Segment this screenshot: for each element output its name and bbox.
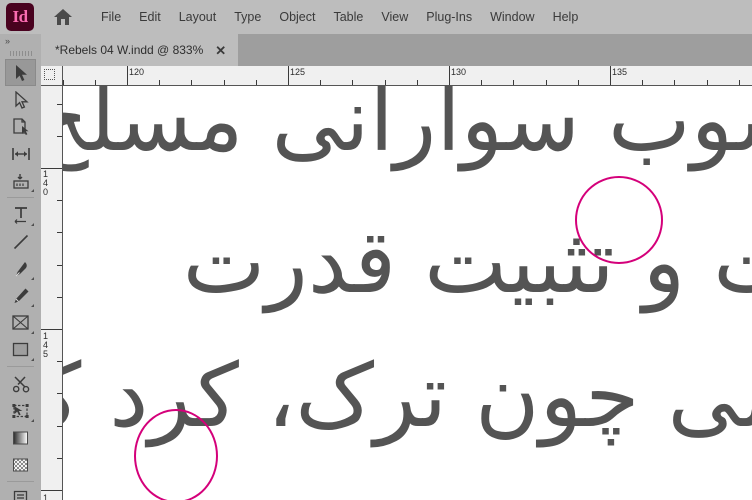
ruler-tick-minor [57, 393, 62, 394]
scissors-tool[interactable] [5, 370, 36, 397]
pencil-tool[interactable] [5, 282, 36, 309]
ruler-tick-minor [57, 232, 62, 233]
ruler-tick-minor [191, 80, 192, 85]
ruler-tick-minor [256, 80, 257, 85]
document-canvas[interactable]: شوب سوارانی مسلح ت و تثبیت قدرت می چون ت… [63, 86, 752, 500]
ruler-tick-minor [707, 80, 708, 85]
ruler-tick-minor [739, 80, 740, 85]
ruler-tick-minor [513, 80, 514, 85]
menu-item-table[interactable]: Table [324, 7, 372, 27]
ruler-tick-minor [95, 80, 96, 85]
menu-item-layout[interactable]: Layout [170, 7, 226, 27]
ruler-tick-minor [159, 80, 160, 85]
document-tab-bar: *Rebels 04 W.indd @ 833% ✕ [0, 34, 752, 66]
ruler-label: 125 [290, 67, 306, 77]
vertical-ruler[interactable]: 140 145 150 [41, 86, 63, 500]
ruler-tick-minor [224, 80, 225, 85]
ruler-tick-minor [481, 80, 482, 85]
tool-flyout-indicator [31, 304, 34, 307]
ruler-label: 135 [612, 67, 628, 77]
ruler-label: 145 [43, 331, 49, 359]
ruler-tick-major [41, 490, 62, 491]
tools-divider [7, 366, 34, 367]
ruler-tick-minor [578, 80, 579, 85]
tool-flyout-indicator [31, 277, 34, 280]
tools-panel-header[interactable]: » [0, 34, 41, 48]
ruler-tick-minor [57, 458, 62, 459]
ruler-tick-minor [57, 136, 62, 137]
ruler-label: 140 [43, 169, 49, 197]
ruler-tick-minor [63, 80, 64, 85]
ruler-tick-minor [674, 80, 675, 85]
ruler-origin-corner[interactable] [41, 66, 63, 86]
menu-bar: Id File Edit Layout Type Object Table Vi… [0, 0, 752, 34]
ruler-tick-minor [57, 426, 62, 427]
menu-item-view[interactable]: View [372, 7, 417, 27]
gradient-feather-tool[interactable] [5, 451, 36, 478]
tool-flyout-indicator [31, 419, 34, 422]
tools-panel: » [0, 34, 41, 500]
ruler-tick-minor [320, 80, 321, 85]
type-tool[interactable] [5, 201, 36, 228]
menu-item-object[interactable]: Object [270, 7, 324, 27]
tools-panel-grip[interactable] [0, 48, 41, 59]
page-tool[interactable] [5, 113, 36, 140]
close-icon[interactable]: ✕ [215, 44, 226, 57]
rectangle-tool[interactable] [5, 336, 36, 363]
tools-divider [7, 481, 34, 482]
tool-flyout-indicator [31, 358, 34, 361]
ruler-tick-minor [417, 80, 418, 85]
selection-tool[interactable] [5, 59, 36, 86]
ruler-tick-minor [385, 80, 386, 85]
ruler-tick-minor [57, 297, 62, 298]
menu-item-window[interactable]: Window [481, 7, 543, 27]
ruler-tick-minor [546, 80, 547, 85]
frame-tool[interactable] [5, 309, 36, 336]
document-text-line-1[interactable]: شوب سوارانی مسلح [63, 86, 752, 164]
ruler-label: 150 [43, 493, 49, 500]
tools-list [0, 59, 41, 500]
annotation-circle-lower[interactable] [134, 409, 218, 500]
annotation-circle-upper[interactable] [575, 176, 663, 264]
indesign-logo: Id [6, 3, 34, 31]
pen-tool[interactable] [5, 255, 36, 282]
tool-flyout-indicator [31, 189, 34, 192]
ruler-tick-major [41, 329, 62, 330]
free-transform-tool[interactable] [5, 397, 36, 424]
tool-flyout-indicator [31, 331, 34, 334]
document-tab[interactable]: *Rebels 04 W.indd @ 833% ✕ [41, 34, 239, 66]
ruler-label: 120 [129, 67, 145, 77]
menu-item-edit[interactable]: Edit [130, 7, 170, 27]
document-text-line-2[interactable]: ت و تثبیت قدرت [183, 218, 752, 306]
menu-items: File Edit Layout Type Object Table View … [92, 7, 587, 27]
menu-item-type[interactable]: Type [225, 7, 270, 27]
direct-selection-tool[interactable] [5, 86, 36, 113]
menu-item-file[interactable]: File [92, 7, 130, 27]
gap-tool[interactable] [5, 140, 36, 167]
content-collector-tool[interactable] [5, 167, 36, 194]
document-tab-title: *Rebels 04 W.indd @ 833% [55, 43, 204, 57]
note-tool[interactable] [5, 485, 36, 500]
gradient-swatch-tool[interactable] [5, 424, 36, 451]
menu-item-plugins[interactable]: Plug-Ins [417, 7, 481, 27]
ruler-tick-minor [57, 265, 62, 266]
menu-item-help[interactable]: Help [544, 7, 588, 27]
ruler-tick-minor [57, 104, 62, 105]
ruler-label: 130 [451, 67, 467, 77]
ruler-tick-minor [57, 200, 62, 201]
tool-flyout-indicator [31, 223, 34, 226]
ruler-tick-minor [642, 80, 643, 85]
tools-divider [7, 197, 34, 198]
collapse-panel-icon[interactable]: » [5, 36, 10, 46]
zero-point-marker[interactable] [44, 69, 55, 80]
home-icon[interactable] [48, 0, 78, 34]
ruler-tick-minor [57, 361, 62, 362]
line-tool[interactable] [5, 228, 36, 255]
horizontal-ruler[interactable]: 120 125 130 135 [63, 66, 752, 86]
indesign-window: Id File Edit Layout Type Object Table Vi… [0, 0, 752, 500]
ruler-tick-minor [352, 80, 353, 85]
